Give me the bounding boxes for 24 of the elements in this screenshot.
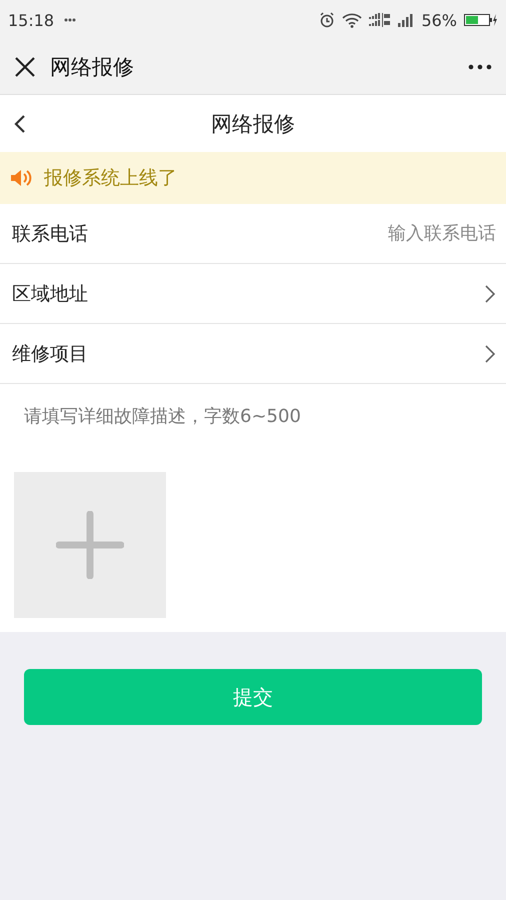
signal-icon [369,13,392,27]
window-title: 网络报修 [50,54,135,81]
battery-percent: 56% [421,10,457,30]
chevron-right-icon[interactable] [484,284,496,304]
clock-time: 15:18 [8,10,54,30]
phone-input[interactable]: 输入联系电话 [346,223,496,244]
field-label: 维修项目 [12,342,89,366]
chevron-right-icon[interactable] [484,344,496,364]
plus-icon [56,511,124,579]
battery-charging-icon [464,13,498,27]
field-label: 区域地址 [12,282,89,306]
description-field[interactable]: 请填写详细故障描述，字数6~500 [0,384,506,472]
back-icon[interactable] [14,114,26,134]
page-title: 网络报修 [211,110,295,138]
speaker-icon [10,168,32,188]
notice-text: 报修系统上线了 [44,166,177,191]
alarm-icon [319,12,336,28]
submit-button[interactable]: 提交 [24,669,482,725]
more-icon [64,18,76,22]
close-icon[interactable] [14,56,36,78]
field-label: 联系电话 [12,222,89,246]
signal-icon [398,14,414,26]
more-icon[interactable] [468,64,492,70]
wifi-icon [342,12,362,28]
